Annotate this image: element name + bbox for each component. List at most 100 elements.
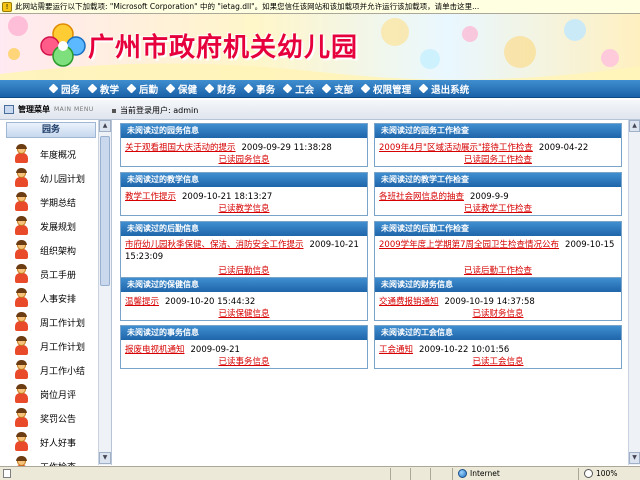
panel-title: 未阅读过的财务信息 — [375, 278, 621, 292]
read-items-link[interactable]: 已读教学信息 — [121, 202, 367, 215]
internet-globe-icon — [458, 469, 467, 478]
child-icon — [14, 264, 28, 283]
read-items-link[interactable]: 已读后勤信息 — [121, 264, 367, 277]
panel-title: 未阅读过的事务信息 — [121, 326, 367, 340]
read-items-link[interactable]: 已读后勤工作检查 — [375, 264, 621, 277]
child-icon — [14, 240, 28, 259]
status-divider — [452, 468, 453, 480]
sidebar-item[interactable]: 发展规划 — [14, 214, 100, 238]
item-link[interactable]: 教学工作提示 — [125, 192, 176, 202]
item-link[interactable]: 温馨提示 — [125, 297, 159, 307]
read-items-link[interactable]: 已读园务工作检查 — [375, 153, 621, 166]
nav-item-permissions[interactable]: 权限管理 — [360, 82, 411, 96]
item-link[interactable]: 2009年4月"区域活动展示"接待工作检查 — [379, 143, 533, 153]
menu-header: 管理菜单 MAIN MENU — [4, 104, 94, 115]
zoom-icon[interactable] — [584, 469, 593, 478]
sidebar-item[interactable]: 好人好事 — [14, 430, 100, 454]
read-items-link[interactable]: 已读保健信息 — [121, 307, 367, 320]
item-link[interactable]: 关于观看祖国大庆活动的提示 — [125, 143, 236, 153]
sidebar-list: 年度概况 幼儿园计划 学期总结 发展规划 组织架构 员工手册 人事安排 周工作计… — [14, 142, 100, 478]
site-title: 广州市政府机关幼儿园 — [88, 33, 359, 63]
sidebar-item[interactable]: 组织架构 — [14, 238, 100, 262]
zoom-level[interactable]: 100% — [596, 469, 617, 478]
item-date: 2009-09-21 — [190, 345, 240, 355]
scroll-up-icon[interactable]: ▲ — [99, 120, 111, 132]
nav-item-logout[interactable]: 退出系统 — [418, 82, 469, 96]
panel-title: 未阅读过的教学信息 — [121, 173, 367, 187]
sidebar-item[interactable]: 月工作计划 — [14, 334, 100, 358]
child-icon — [14, 168, 28, 187]
sidebar-item[interactable]: 月工作小结 — [14, 358, 100, 382]
sidebar-item[interactable]: 岗位月评 — [14, 382, 100, 406]
warning-icon: ! — [2, 1, 12, 12]
information-bar-text: 此网站需要运行以下加载项: "Microsoft Corporation" 中的… — [15, 2, 480, 11]
panel-row: 市府幼儿园秋季保健、保洁、消防安全工作提示 2009-10-21 15:23:09 — [121, 236, 367, 264]
panel-title: 未阅读过的园务工作检查 — [375, 124, 621, 138]
item-date: 2009-10-21 18:13:27 — [182, 192, 273, 202]
item-date: 2009-10-22 10:01:56 — [419, 345, 510, 355]
nav-item-branch[interactable]: 支部 — [321, 82, 353, 96]
read-items-link[interactable]: 已读工会信息 — [375, 355, 621, 368]
child-icon — [14, 432, 28, 451]
sidebar-section-header[interactable]: 园务 — [6, 122, 96, 138]
site-banner: 广州市政府机关幼儿园 — [0, 14, 640, 80]
read-items-link[interactable]: 已读事务信息 — [121, 355, 367, 368]
bullet-icon — [87, 83, 98, 94]
bullet-icon — [321, 83, 332, 94]
panel-row: 关于观看祖国大庆活动的提示 2009-09-29 11:38:28 — [121, 138, 367, 153]
bullet-icon — [112, 108, 116, 113]
page-icon — [3, 469, 11, 478]
child-icon — [14, 216, 28, 235]
item-link[interactable]: 各班社会网信息的抽查 — [379, 192, 464, 202]
item-link[interactable]: 市府幼儿园秋季保健、保洁、消防安全工作提示 — [125, 240, 304, 250]
sidebar-scrollbar[interactable]: ▲ ▼ — [98, 120, 111, 465]
ie-information-bar[interactable]: ! 此网站需要运行以下加载项: "Microsoft Corporation" … — [0, 0, 640, 14]
nav-item-teaching[interactable]: 教学 — [87, 82, 119, 96]
sidebar-item[interactable]: 员工手册 — [14, 262, 100, 286]
read-items-link[interactable]: 已读财务信息 — [375, 307, 621, 320]
nav-item-union[interactable]: 工会 — [282, 82, 314, 96]
panel-row: 各班社会网信息的抽查 2009-9-9 — [375, 187, 621, 202]
panel-health-info: 未阅读过的保健信息 温馨提示 2009-10-20 15:44:32 已读保健信息 — [120, 277, 368, 321]
nav-item-health[interactable]: 保健 — [165, 82, 197, 96]
main-scrollbar[interactable]: ▲ ▼ — [628, 120, 640, 465]
status-divider — [430, 468, 431, 480]
scroll-down-icon[interactable]: ▼ — [99, 452, 111, 464]
item-link[interactable]: 交通费报销通知 — [379, 297, 439, 307]
sidebar-item[interactable]: 奖罚公告 — [14, 406, 100, 430]
scroll-down-icon[interactable]: ▼ — [629, 452, 640, 464]
scrollbar-thumb[interactable] — [100, 136, 110, 286]
sidebar-item[interactable]: 年度概况 — [14, 142, 100, 166]
item-date: 2009-04-22 — [538, 143, 589, 153]
panel-logistics-info: 未阅读过的后勤信息 市府幼儿园秋季保健、保洁、消防安全工作提示 2009-10-2… — [120, 221, 368, 278]
bullet-icon — [282, 83, 293, 94]
nav-item-logistics[interactable]: 后勤 — [126, 82, 158, 96]
read-items-link[interactable]: 已读教学工作检查 — [375, 202, 621, 215]
sidebar-menu: 园务 年度概况 幼儿园计划 学期总结 发展规划 组织架构 员工手册 人事安排 周… — [0, 120, 112, 475]
nav-item-finance[interactable]: 财务 — [204, 82, 236, 96]
item-link[interactable]: 2009学年度上学期第7周全园卫生检查情况公布 — [379, 240, 559, 250]
item-date: 2009-9-9 — [470, 192, 509, 202]
sidebar-item[interactable]: 幼儿园计划 — [14, 166, 100, 190]
sidebar-item[interactable]: 人事安排 — [14, 286, 100, 310]
nav-item-general[interactable]: 事务 — [243, 82, 275, 96]
child-icon — [14, 144, 28, 163]
child-icon — [14, 360, 28, 379]
panel-title: 未阅读过的园务信息 — [121, 124, 367, 138]
child-icon — [14, 192, 28, 211]
item-date: 2009-09-29 11:38:28 — [241, 143, 332, 153]
item-link[interactable]: 报废电视机通知 — [125, 345, 185, 355]
panel-affairs-info: 未阅读过的园务信息 关于观看祖国大庆活动的提示 2009-09-29 11:38:… — [120, 123, 368, 167]
current-user: 当前登录用户: admin — [112, 105, 198, 116]
menu-icon — [4, 105, 14, 114]
read-items-link[interactable]: 已读园务信息 — [121, 153, 367, 166]
scroll-up-icon[interactable]: ▲ — [629, 120, 640, 132]
item-date: 2009-10-20 15:44:32 — [165, 297, 256, 307]
sidebar-item[interactable]: 学期总结 — [14, 190, 100, 214]
nav-item-affairs[interactable]: 园务 — [48, 82, 80, 96]
item-link[interactable]: 工会通知 — [379, 345, 413, 355]
bullet-icon — [165, 83, 176, 94]
panel-row: 温馨提示 2009-10-20 15:44:32 — [121, 292, 367, 307]
panel-title: 未阅读过的教学工作检查 — [375, 173, 621, 187]
sidebar-item[interactable]: 周工作计划 — [14, 310, 100, 334]
